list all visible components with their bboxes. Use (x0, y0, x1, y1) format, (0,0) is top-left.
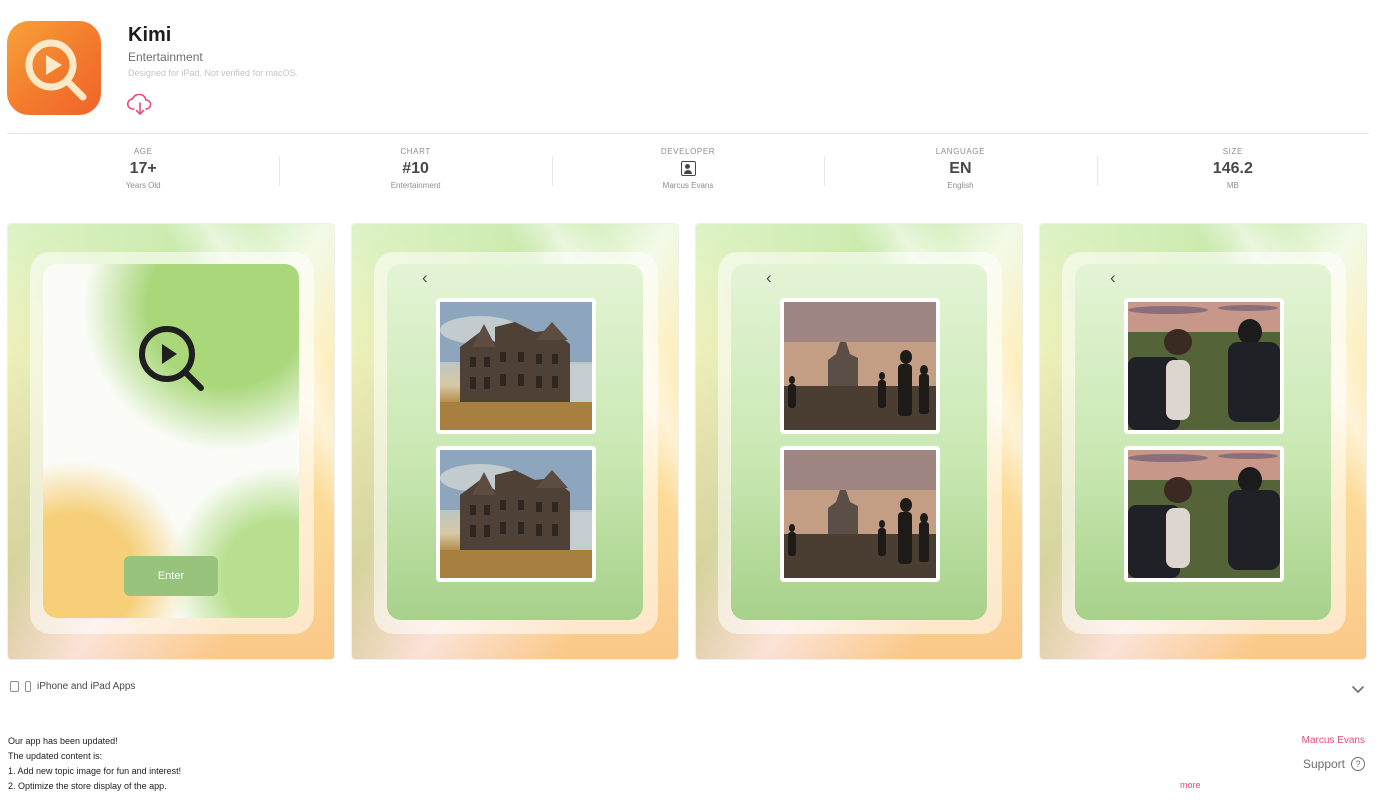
header-divider (7, 133, 1369, 134)
download-cloud-icon[interactable] (126, 93, 153, 116)
info-sub: Marcus Evans (662, 181, 714, 190)
info-value: 17+ (129, 160, 157, 177)
note-line: 1. Add new topic image for fun and inter… (8, 766, 182, 776)
info-label: DEVELOPER (660, 147, 716, 156)
app-icon (7, 21, 101, 115)
info-label: SIZE (1222, 147, 1243, 156)
release-notes: Our app has been updated! The updated co… (8, 734, 181, 794)
developer-link[interactable]: Marcus Evans (1302, 735, 1365, 746)
ipad-icon (10, 681, 19, 692)
note-line: Our app has been updated! (8, 736, 118, 746)
note-line: The updated content is: (8, 751, 103, 761)
device-label: iPhone and iPad Apps (37, 681, 136, 692)
app-title: Kimi (128, 24, 172, 46)
screenshot-4[interactable]: ‹ (1039, 223, 1367, 660)
back-chevron-icon: ‹ (1110, 268, 1116, 287)
info-developer[interactable]: DEVELOPER Marcus Evans (551, 142, 824, 200)
info-size: SIZE 146.2 MB (1096, 142, 1369, 200)
photo-field (780, 446, 940, 582)
photo-field (780, 298, 940, 434)
info-value: #10 (402, 160, 429, 177)
photo-sunset (1124, 446, 1284, 582)
info-sub: Years Old (125, 181, 161, 190)
info-label: AGE (133, 147, 153, 156)
play-search-icon (139, 326, 204, 391)
question-icon: ? (1351, 757, 1365, 771)
chevron-down-icon[interactable] (1351, 682, 1365, 696)
info-label: LANGUAGE (935, 147, 986, 156)
info-chart[interactable]: CHART #10 Entertainment (279, 142, 551, 200)
info-bar: AGE 17+ Years Old CHART #10 Entertainmen… (7, 142, 1369, 200)
photo-house (436, 446, 596, 582)
info-sub: Entertainment (390, 181, 441, 190)
enter-button[interactable]: Enter (124, 556, 218, 596)
support-link[interactable]: Support ? (1303, 757, 1365, 771)
welcome-panel: Enter (43, 264, 299, 618)
screenshot-1[interactable]: Enter (7, 223, 335, 660)
back-chevron-icon: ‹ (422, 268, 428, 287)
compatibility-note: Designed for iPad. Not verified for macO… (128, 68, 299, 78)
info-label: CHART (400, 147, 431, 156)
info-value: 146.2 (1212, 160, 1253, 177)
info-language: LANGUAGE EN English (824, 142, 1096, 200)
info-age: AGE 17+ Years Old (7, 142, 279, 200)
device-compatibility: iPhone and iPad Apps (10, 681, 135, 692)
screenshot-2[interactable]: ‹ (351, 223, 679, 660)
info-value: EN (949, 160, 972, 177)
note-line: 2. Optimize the store display of the app… (8, 781, 167, 791)
info-sub: English (947, 181, 974, 190)
photo-house (436, 298, 596, 434)
screenshot-gallery[interactable]: Enter ‹ ‹ ‹ (7, 223, 1369, 660)
more-link[interactable]: more (1180, 780, 1201, 790)
iphone-icon (25, 681, 31, 692)
person-icon (680, 161, 696, 177)
app-category: Entertainment (128, 50, 203, 64)
photo-sunset (1124, 298, 1284, 434)
info-sub: MB (1226, 181, 1239, 190)
info-value (552, 159, 824, 179)
screenshot-3[interactable]: ‹ (695, 223, 1023, 660)
support-label: Support (1302, 757, 1345, 771)
back-chevron-icon: ‹ (766, 268, 772, 287)
